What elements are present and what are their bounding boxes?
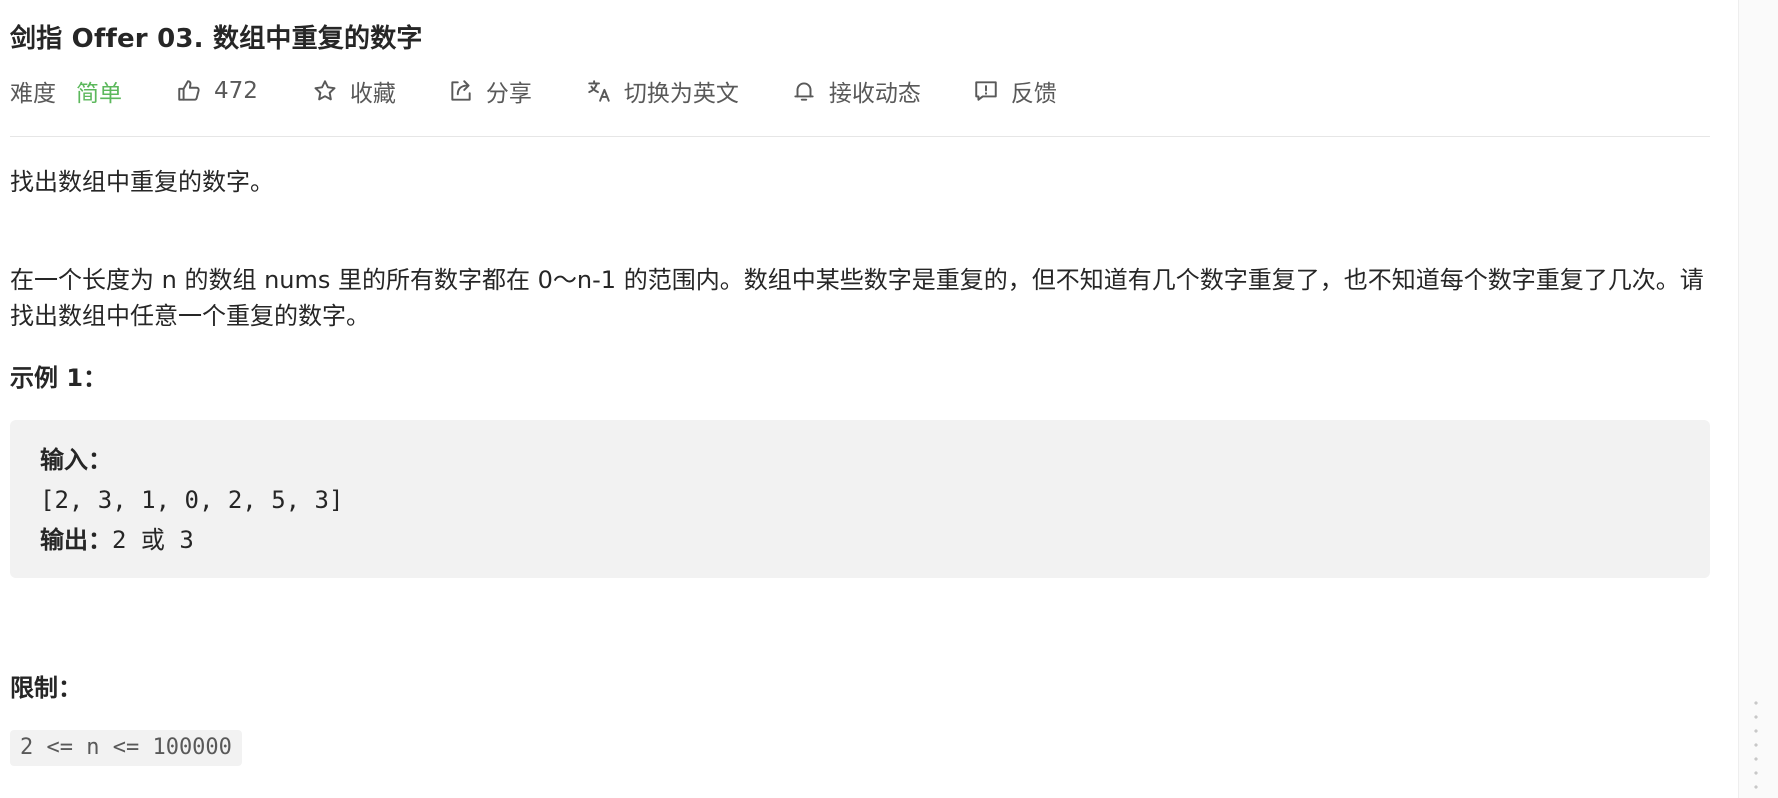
description-paragraph-2: 在一个长度为 n 的数组 nums 里的所有数字都在 0～n-1 的范围内。数组… bbox=[10, 266, 1704, 330]
translate-button[interactable]: 切换为英文 bbox=[584, 74, 739, 108]
scrollbar-grip[interactable] bbox=[1753, 696, 1759, 792]
feedback-label: 反馈 bbox=[1010, 81, 1057, 107]
bell-icon bbox=[789, 76, 819, 106]
description-paragraph-1: 找出数组中重复的数字。 bbox=[10, 168, 274, 196]
problem-page: 剑指 Offer 03. 数组中重复的数字 难度 简单 472 收藏 分享 切换… bbox=[0, 0, 1778, 798]
example-output-value: 2 或 3 bbox=[112, 526, 194, 554]
constraints-title: 限制： bbox=[10, 674, 82, 702]
translate-icon bbox=[584, 76, 614, 106]
example-title: 示例 1： bbox=[10, 364, 108, 392]
star-icon bbox=[310, 76, 340, 106]
like-count: 472 bbox=[214, 78, 258, 104]
feedback-button[interactable]: 反馈 bbox=[971, 74, 1057, 108]
notify-label: 接收动态 bbox=[828, 81, 921, 107]
share-button[interactable]: 分享 bbox=[446, 74, 532, 108]
example-input-value: [2, 3, 1, 0, 2, 5, 3] bbox=[40, 486, 344, 514]
thumbs-up-icon bbox=[174, 76, 204, 106]
share-icon bbox=[446, 76, 476, 106]
example-code-block: 输入： [2, 3, 1, 0, 2, 5, 3] 输出：2 或 3 bbox=[10, 420, 1710, 578]
favorite-button[interactable]: 收藏 bbox=[310, 74, 396, 108]
example-input-label: 输入： bbox=[40, 446, 112, 474]
problem-title: 剑指 Offer 03. 数组中重复的数字 bbox=[10, 24, 423, 54]
translate-label: 切换为英文 bbox=[623, 81, 739, 107]
example-output-label: 输出： bbox=[40, 526, 112, 554]
share-label: 分享 bbox=[485, 81, 532, 107]
scrollbar-track[interactable] bbox=[1738, 0, 1778, 798]
header-divider bbox=[10, 136, 1710, 137]
feedback-icon bbox=[971, 76, 1001, 106]
notify-button[interactable]: 接收动态 bbox=[789, 74, 921, 108]
like-button[interactable]: 472 bbox=[174, 76, 258, 106]
difficulty-label: 难度 bbox=[10, 81, 56, 107]
constraints-code: 2 <= n <= 100000 bbox=[10, 730, 242, 766]
difficulty-value: 简单 bbox=[76, 81, 122, 107]
favorite-label: 收藏 bbox=[349, 81, 396, 107]
problem-meta-bar: 难度 简单 472 收藏 分享 切换为英文 接收动态 反馈 bbox=[10, 72, 1057, 110]
example-output-line: 输出：2 或 3 bbox=[40, 520, 1680, 560]
